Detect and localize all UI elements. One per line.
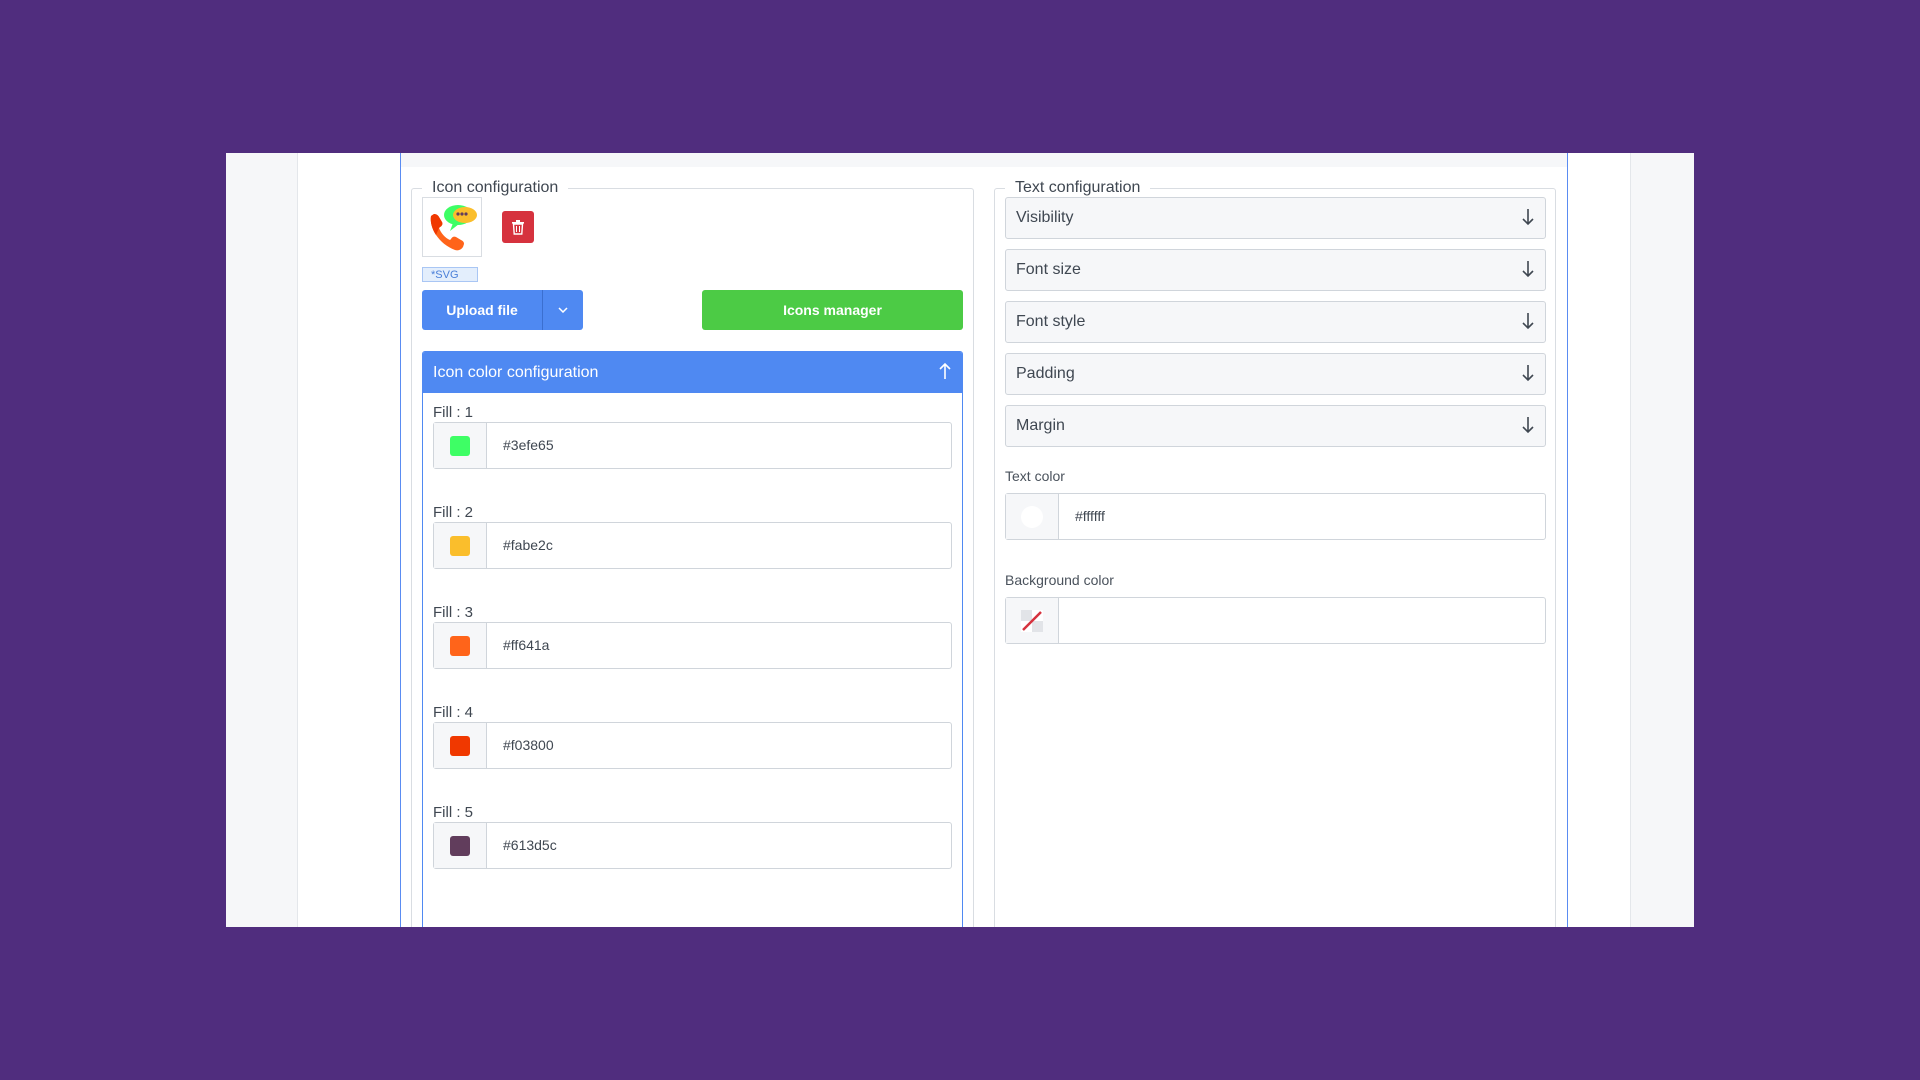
color-hex-input[interactable] [487,823,951,868]
icon-configuration-legend: Icon configuration [432,179,559,196]
fill-color-input [433,422,952,469]
top-strip [401,153,1567,167]
icons-manager-button[interactable]: Icons manager [702,290,963,330]
font-style-dropdown[interactable]: Font style [1005,301,1546,343]
background-color-input [1005,597,1546,644]
no-color-icon [1021,609,1043,632]
background-color-label: Background color [1005,572,1114,588]
arrow-down-icon [1522,417,1534,434]
arrow-up-icon [939,362,951,379]
color-swatch [450,635,470,656]
dropdown-label: Margin [1016,417,1065,434]
phone-chat-icon [430,205,477,251]
color-swatch [450,435,470,456]
color-hex-input[interactable] [487,423,951,468]
background-color-field [1005,597,1546,644]
color-swatch [450,835,470,856]
color-swatch [1021,505,1043,528]
accordion-title: Icon color configuration [433,363,599,381]
color-swatch-button[interactable] [434,423,487,468]
visibility-dropdown[interactable]: Visibility [1005,197,1546,239]
content-area: Icon configuration *SVG Upload file Icon… [297,153,1631,927]
color-hex-input[interactable] [487,723,951,768]
fill-color-input [433,622,952,669]
font-size-dropdown[interactable]: Font size [1005,249,1546,291]
fill-label: Fill : 1 [433,404,474,421]
icon-color-configuration: Icon color configuration Fill : 1 #3efe6… [422,351,963,927]
background-color-hex-input[interactable] [1059,598,1545,643]
text-color-field [1005,493,1546,540]
text-color-hex-input[interactable] [1059,494,1545,539]
color-swatch-button[interactable] [434,823,487,868]
icon-preview[interactable] [422,197,482,257]
fill-label: Fill : 5 [433,804,474,821]
upload-file-button[interactable]: Upload file [422,290,542,330]
fill-color-input [433,522,952,569]
svg-badge: *SVG [422,267,478,282]
dropdown-label: Font style [1016,313,1086,330]
fill-4: Fill : 4 [433,704,952,769]
icon-configuration-panel: Icon configuration *SVG Upload file Icon… [411,179,974,927]
color-hex-input[interactable] [487,623,951,668]
text-color-input [1005,493,1546,540]
arrow-down-icon [1522,313,1534,330]
fill-2: Fill : 2 [433,504,952,569]
arrow-down-icon [1522,209,1534,226]
color-swatch-button[interactable] [434,623,487,668]
upload-file-group: Upload file [422,290,583,330]
fill-label: Fill : 2 [433,504,474,521]
color-hex-input[interactable] [487,523,951,568]
editor-frame: Icon configuration *SVG Upload file Icon… [400,153,1568,927]
text-configuration-legend: Text configuration [1015,179,1141,196]
arrow-down-icon [1522,261,1534,278]
trash-icon [512,220,524,235]
margin-dropdown[interactable]: Margin [1005,405,1546,447]
fill-1: Fill : 1 [433,404,952,469]
dropdown-label: Font size [1016,261,1081,278]
chevron-down-icon [558,307,568,313]
icon-color-configuration-header[interactable]: Icon color configuration [423,352,962,393]
upload-options-toggle[interactable] [542,290,583,330]
text-color-label: Text color [1005,468,1065,484]
color-swatch [450,535,470,556]
delete-icon-button[interactable] [502,211,534,243]
fill-3: Fill : 3 [433,604,952,669]
color-swatch-button[interactable] [1006,494,1059,539]
padding-dropdown[interactable]: Padding [1005,353,1546,395]
fill-color-input [433,722,952,769]
dropdown-label: Padding [1016,365,1075,382]
text-configuration-panel: Text configuration Visibility Font size … [994,179,1556,927]
color-swatch-button[interactable] [434,523,487,568]
color-swatch-button[interactable] [434,723,487,768]
fill-color-input [433,822,952,869]
arrow-down-icon [1522,365,1534,382]
dropdown-label: Visibility [1016,209,1074,226]
fill-5: Fill : 5 [433,804,952,869]
color-swatch [450,735,470,756]
fill-label: Fill : 3 [433,604,474,621]
app-window: Icon configuration *SVG Upload file Icon… [226,153,1694,927]
fill-label: Fill : 4 [433,704,474,721]
color-swatch-button[interactable] [1006,598,1059,643]
